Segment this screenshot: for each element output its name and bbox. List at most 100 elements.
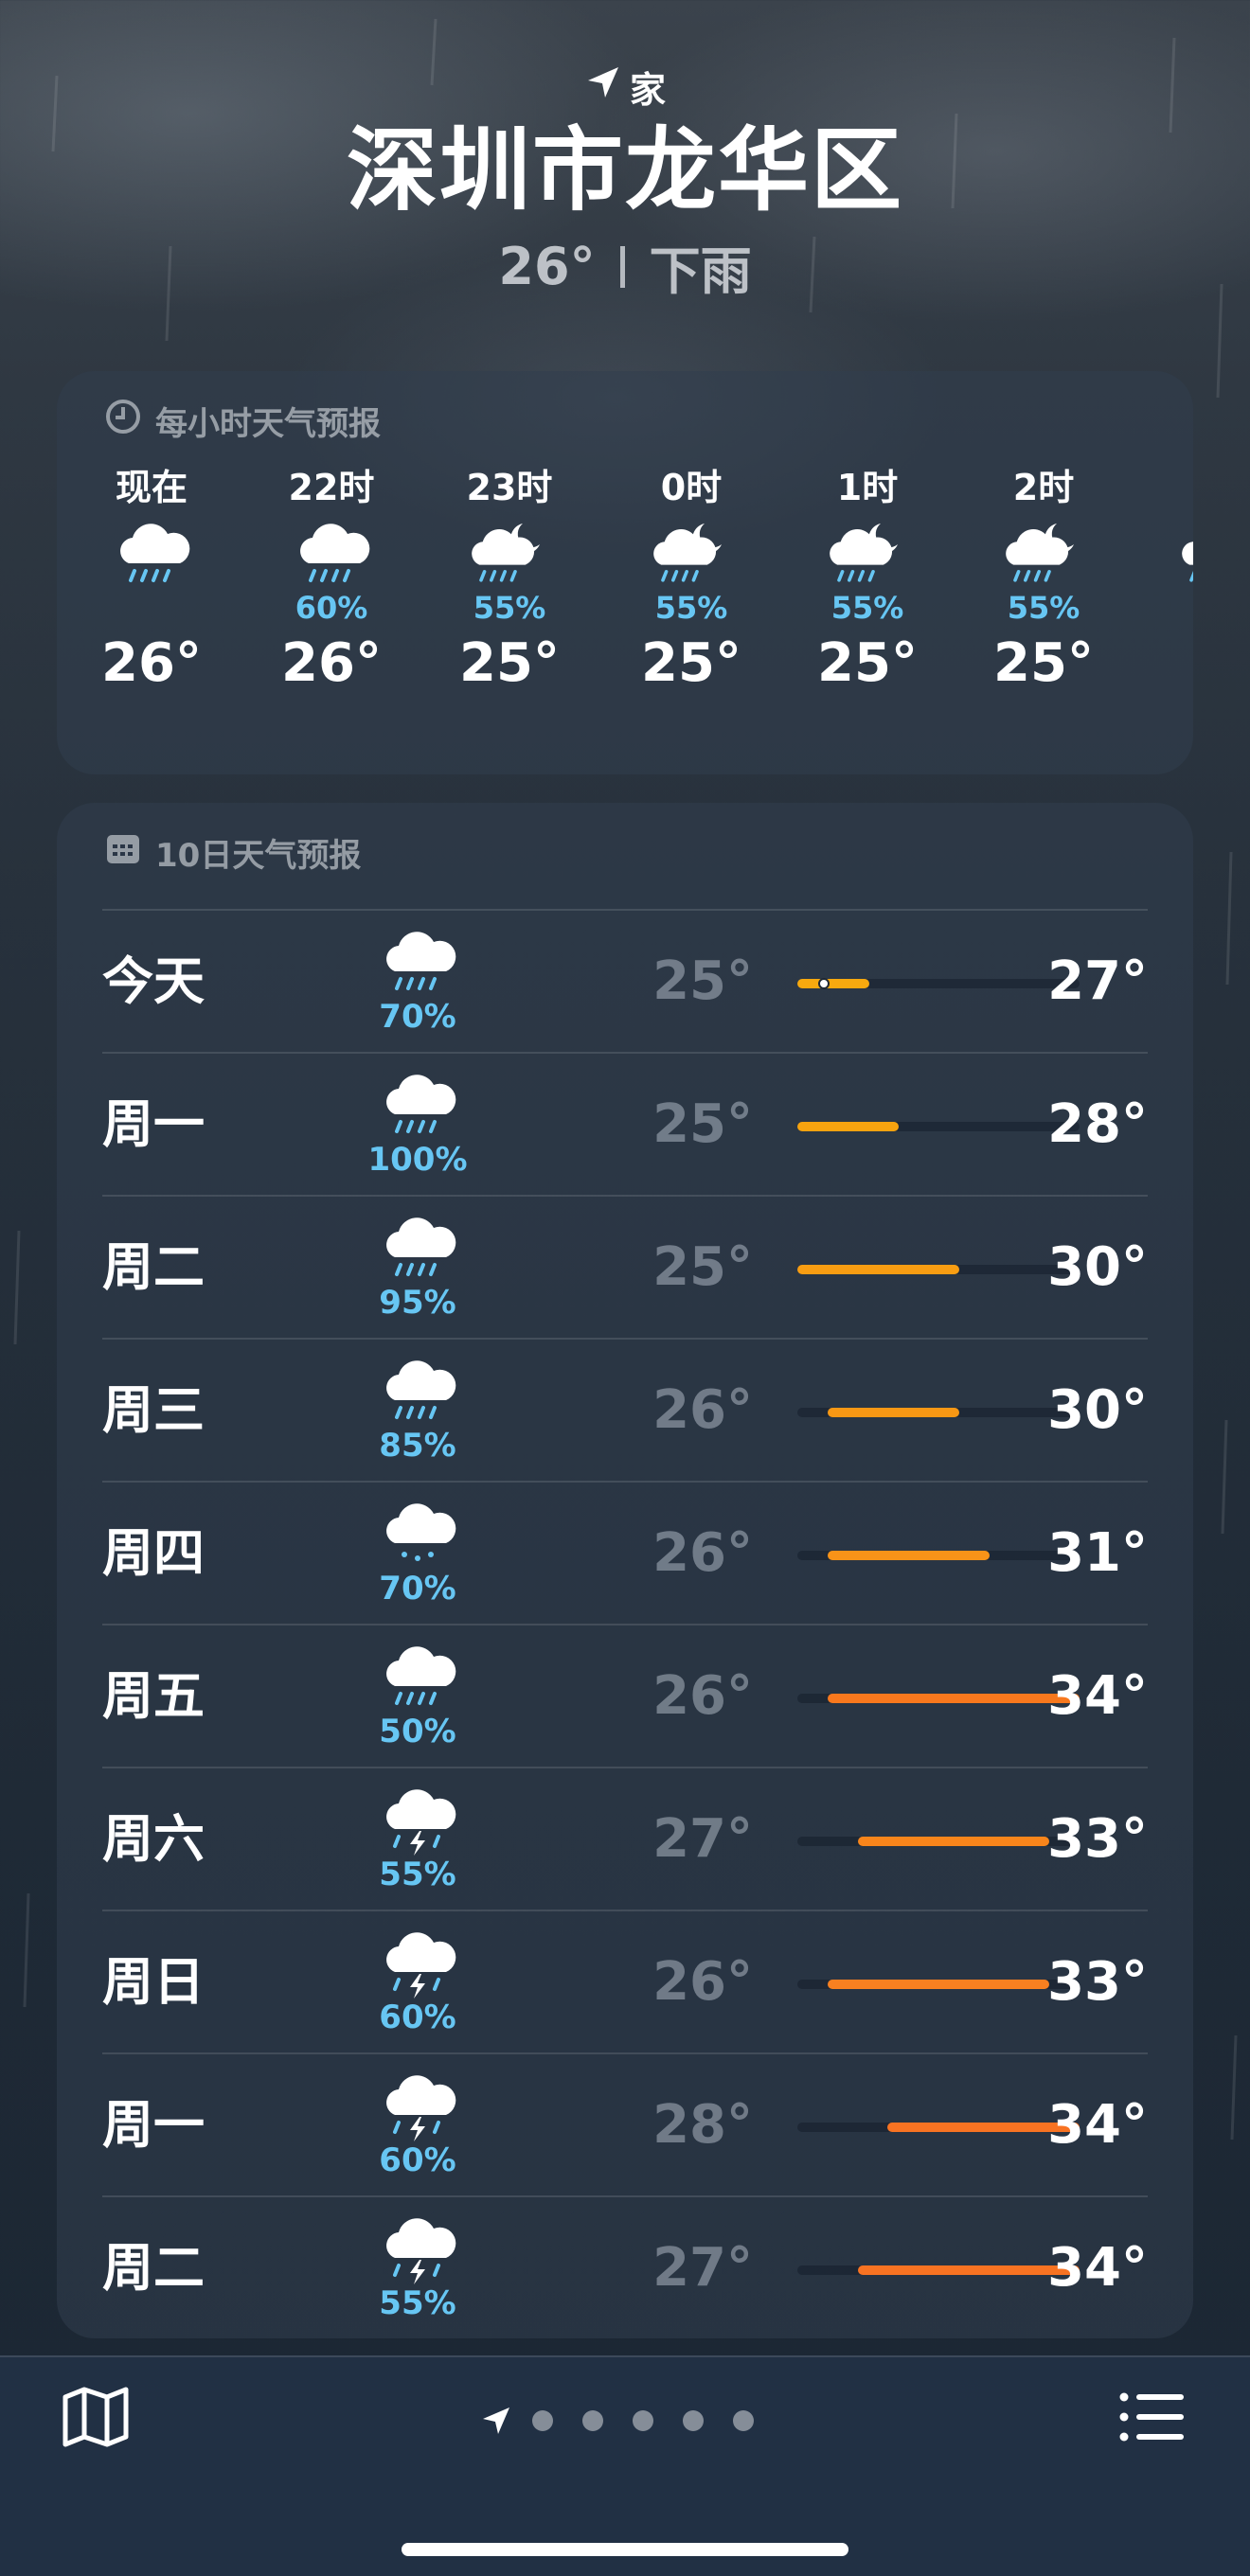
low-temperature: 27° bbox=[652, 2237, 753, 2299]
hour-precip: 55% bbox=[1007, 590, 1080, 626]
low-temperature: 25° bbox=[652, 1236, 753, 1298]
thunderstorm-icon bbox=[375, 1930, 460, 1999]
day-precip: 55% bbox=[379, 1856, 456, 1893]
daily-row[interactable]: 周一 100% 25° 28° bbox=[102, 1052, 1148, 1197]
location-arrow-icon[interactable] bbox=[477, 2405, 515, 2437]
hour-label: 0时 bbox=[660, 467, 723, 508]
page-dot[interactable] bbox=[683, 2410, 704, 2431]
drizzle-cloud-icon bbox=[375, 1501, 460, 1570]
hour-temperature: 26° bbox=[281, 632, 382, 694]
temperature-range-track bbox=[797, 1694, 1080, 1703]
daily-row[interactable]: 周六 55% 27° 33° bbox=[102, 1767, 1148, 1911]
day-label: 周四 bbox=[102, 1523, 205, 1583]
moon-cloud-rain-icon bbox=[977, 523, 1110, 589]
hour-precip: 60% bbox=[295, 590, 368, 626]
low-temperature: 27° bbox=[652, 1808, 753, 1870]
daily-row[interactable]: 周五 50% 26° 34° bbox=[102, 1624, 1148, 1768]
day-label: 今天 bbox=[102, 951, 205, 1011]
thunderstorm-icon bbox=[375, 2216, 460, 2284]
hourly-item: 22时 60% 26° bbox=[265, 466, 398, 697]
page-dot[interactable] bbox=[733, 2410, 754, 2431]
temperature-range-bar bbox=[797, 1265, 959, 1274]
temperature-range-bar bbox=[858, 2265, 1080, 2275]
hourly-forecast-card[interactable]: 每小时天气预报 现在 26° 22时 60% 26° 23时 55% 25° 0时 55% 25° 1… bbox=[57, 371, 1193, 774]
home-indicator bbox=[402, 2543, 848, 2556]
high-temperature: 34° bbox=[1047, 2237, 1148, 2299]
day-precip: 100% bbox=[367, 1141, 468, 1179]
rain-cloud-icon bbox=[375, 1644, 460, 1713]
rain-cloud-icon bbox=[85, 523, 218, 589]
hour-label: 1时 bbox=[836, 467, 899, 508]
high-temperature: 33° bbox=[1047, 1808, 1148, 1870]
day-precip: 70% bbox=[379, 998, 456, 1036]
rain-cloud-icon bbox=[375, 1073, 460, 1141]
hour-precip: 55% bbox=[473, 590, 546, 626]
hour-temperature: 26° bbox=[101, 632, 202, 694]
page-indicator[interactable] bbox=[477, 2405, 783, 2437]
map-button[interactable] bbox=[61, 2384, 131, 2454]
rain-cloud-icon bbox=[375, 1216, 460, 1284]
hour-precip bbox=[85, 589, 218, 627]
daily-row[interactable]: 周二 55% 27° 34° bbox=[102, 2195, 1148, 2338]
hour-precip: 55% bbox=[654, 590, 728, 626]
temperature-range-track bbox=[797, 1122, 1080, 1131]
temperature-range-track bbox=[797, 1980, 1080, 1989]
daily-forecast-card[interactable]: 10日天气预报 今天 70% 25° 27° 周一 100% 25° 28° 周二 95% 25° 3… bbox=[57, 803, 1193, 2338]
hourly-item: 3 5 2 bbox=[1153, 466, 1193, 697]
hour-label: 3 bbox=[1153, 466, 1193, 509]
daily-row[interactable]: 周日 60% 26° 33° bbox=[102, 1910, 1148, 2054]
high-temperature: 28° bbox=[1047, 1093, 1148, 1155]
day-precip: 60% bbox=[379, 2141, 456, 2179]
day-label: 周六 bbox=[102, 1809, 205, 1869]
page-dot[interactable] bbox=[582, 2410, 603, 2431]
hour-temperature: 2 bbox=[1153, 631, 1193, 697]
page-dot[interactable] bbox=[633, 2410, 653, 2431]
high-temperature: 30° bbox=[1047, 1236, 1148, 1298]
moon-cloud-rain-icon bbox=[443, 523, 576, 589]
temperature-range-track bbox=[797, 2123, 1080, 2132]
day-precip: 50% bbox=[379, 1713, 456, 1750]
city-list-button[interactable] bbox=[1117, 2384, 1188, 2454]
day-precip: 60% bbox=[379, 1999, 456, 2036]
low-temperature: 26° bbox=[652, 1951, 753, 2013]
hourly-forecast-title: 每小时天气预报 bbox=[155, 405, 381, 443]
moon-cloud-rain-icon bbox=[1153, 523, 1193, 589]
daily-row[interactable]: 周二 95% 25° 30° bbox=[102, 1195, 1148, 1340]
hour-temperature: 25° bbox=[817, 632, 918, 694]
current-condition-text: 下雨 bbox=[649, 241, 752, 301]
hour-label: 23时 bbox=[466, 467, 553, 508]
temperature-range-bar bbox=[828, 1980, 1049, 1989]
hour-label: 22时 bbox=[288, 467, 375, 508]
temperature-range-track bbox=[797, 2265, 1080, 2275]
daily-row[interactable]: 周三 85% 26° 30° bbox=[102, 1338, 1148, 1483]
temperature-range-track bbox=[797, 1551, 1080, 1560]
thunderstorm-icon bbox=[375, 1787, 460, 1856]
day-label: 周日 bbox=[102, 1952, 205, 2012]
daily-forecast-title: 10日天气预报 bbox=[155, 837, 362, 875]
location-arrow-icon bbox=[584, 63, 622, 110]
high-temperature: 27° bbox=[1047, 950, 1148, 1012]
day-precip: 95% bbox=[379, 1284, 456, 1322]
moon-cloud-rain-icon bbox=[625, 523, 758, 589]
daily-row[interactable]: 周四 70% 26° 31° bbox=[102, 1481, 1148, 1626]
day-label: 周二 bbox=[102, 1237, 205, 1297]
hour-temperature: 25° bbox=[459, 632, 560, 694]
daily-row[interactable]: 今天 70% 25° 27° bbox=[102, 909, 1148, 1054]
list-icon bbox=[1119, 2391, 1186, 2446]
hour-temperature: 25° bbox=[993, 632, 1094, 694]
hourly-item: 1时 55% 25° bbox=[801, 466, 934, 697]
temperature-range-track bbox=[797, 1408, 1080, 1417]
temperature-range-bar bbox=[828, 1408, 959, 1417]
low-temperature: 25° bbox=[652, 950, 753, 1012]
day-precip: 85% bbox=[379, 1427, 456, 1465]
high-temperature: 34° bbox=[1047, 1665, 1148, 1727]
moon-cloud-rain-icon bbox=[801, 523, 934, 589]
day-label: 周一 bbox=[102, 1094, 205, 1154]
page-dot[interactable] bbox=[532, 2410, 553, 2431]
hourly-item: 2时 55% 25° bbox=[977, 466, 1110, 697]
temperature-range-bar bbox=[797, 979, 869, 988]
rain-cloud-icon bbox=[375, 1359, 460, 1427]
hourly-forecast-header: 每小时天气预报 bbox=[104, 398, 381, 444]
daily-row[interactable]: 周一 60% 28° 34° bbox=[102, 2052, 1148, 2197]
high-temperature: 31° bbox=[1047, 1522, 1148, 1584]
